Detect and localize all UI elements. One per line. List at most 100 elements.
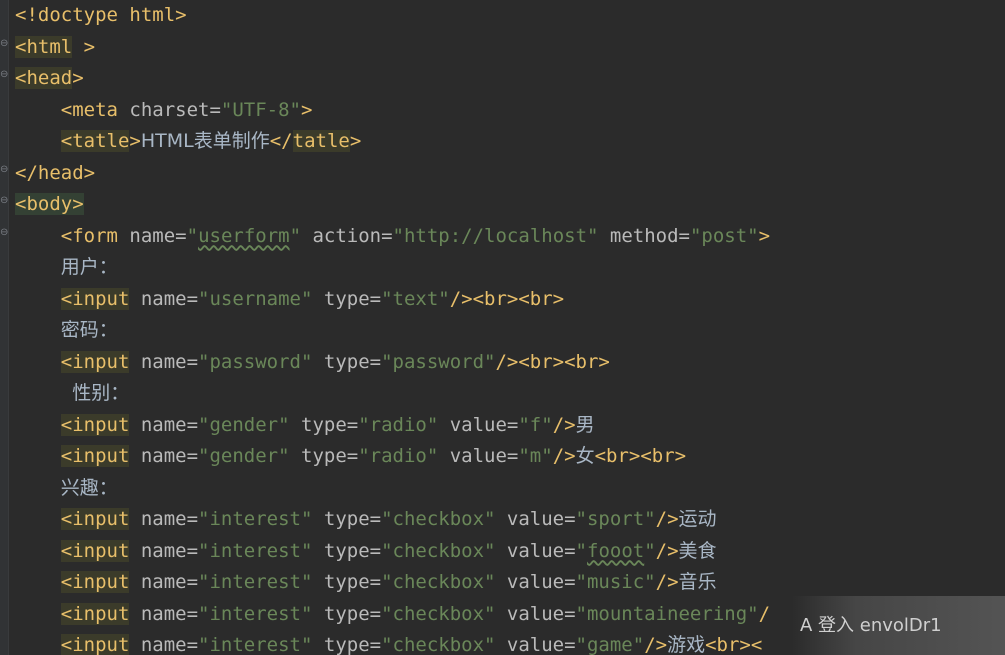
code-line[interactable]: <input name="username" type="text"/><br>… — [15, 284, 1005, 316]
code-line[interactable]: 密码： — [15, 315, 1005, 347]
code-token: "post" — [689, 224, 759, 247]
code-line[interactable]: <input name="interest" type="checkbox" v… — [15, 536, 1005, 568]
code-line[interactable]: 性别： — [15, 378, 1005, 410]
code-token: name= — [129, 539, 199, 562]
code-line[interactable]: <input name="password" type="password"/>… — [15, 347, 1005, 379]
code-line[interactable]: </head> — [15, 158, 1005, 190]
code-token: > — [349, 130, 362, 152]
fold-marker-icon[interactable]: ⊖ — [0, 228, 8, 238]
code-line[interactable]: <meta charset="UTF-8"> — [15, 95, 1005, 127]
code-token: "gender" — [198, 445, 290, 467]
code-token: type= — [312, 539, 382, 562]
code-line[interactable]: <tatle>HTML表单制作</tatle> — [15, 126, 1005, 158]
code-line[interactable]: <body> — [15, 189, 1005, 221]
code-token: tatle — [292, 130, 350, 152]
code-line[interactable]: <input name="interest" type="checkbox" v… — [15, 567, 1005, 599]
code-token: <input — [60, 445, 130, 467]
code-token: "interest" — [198, 571, 313, 593]
code-token: " — [289, 224, 302, 247]
code-line[interactable]: <html > — [15, 32, 1005, 64]
code-token: "checkbox" — [381, 508, 496, 530]
fold-marker-icon[interactable]: ⊖ — [0, 196, 8, 206]
code-token: <br><br> — [594, 445, 687, 467]
code-token: 女 — [575, 445, 595, 467]
code-token: "f" — [518, 413, 553, 436]
code-token: value= — [495, 602, 576, 625]
code-token: "http://localhost" — [392, 224, 599, 247]
code-token: 运动 — [678, 508, 717, 530]
code-token: "radio" — [358, 413, 439, 436]
code-token: <input — [60, 602, 130, 625]
code-token: / — [758, 602, 771, 625]
code-token: type= — [312, 350, 382, 373]
code-token: action= — [301, 224, 393, 247]
code-editor[interactable]: ⊖ ⊖ ⊖ ⊖ ⊖ <!doctype html> <html > <head> <… — [0, 0, 1005, 655]
code-token: <input — [60, 539, 130, 562]
code-token: <input — [60, 571, 130, 593]
code-token: /> — [644, 634, 668, 655]
code-token: method= — [598, 224, 690, 247]
code-token: "checkbox" — [381, 602, 496, 625]
code-token: 性别： — [72, 382, 130, 404]
code-token: /> — [552, 445, 576, 467]
code-token: <tatle — [60, 130, 130, 152]
code-token: > — [72, 35, 96, 58]
code-token: "interest" — [198, 602, 313, 625]
code-line[interactable]: 用户： — [15, 252, 1005, 284]
code-token: "interest" — [198, 634, 313, 655]
code-area[interactable]: <!doctype html> <html > <head> <meta chars… — [15, 0, 1005, 655]
code-token: "text" — [381, 287, 450, 310]
code-token: " — [575, 539, 587, 562]
code-token: <input — [60, 508, 130, 530]
ime-overlay: A 登入 envolDr1 — [792, 596, 1005, 655]
code-token: /> — [655, 539, 679, 562]
code-token: <html — [15, 35, 73, 58]
code-token: type= — [312, 571, 382, 593]
code-line[interactable]: <input name="gender" type="radio" value=… — [15, 441, 1005, 473]
code-token: " — [186, 224, 199, 247]
fold-marker-icon[interactable]: ⊖ — [0, 39, 8, 49]
code-token: name= — [129, 602, 199, 625]
code-token: name= — [129, 413, 199, 436]
code-token: "UTF-8" — [220, 98, 301, 121]
code-token: <body> — [15, 193, 84, 215]
code-token: type= — [289, 413, 359, 436]
fold-marker-icon[interactable]: ⊖ — [0, 70, 8, 80]
code-token: /><br><br> — [449, 287, 565, 310]
code-token: value= — [495, 634, 576, 655]
code-token: 用户： — [60, 256, 118, 278]
code-token: /> — [552, 413, 576, 436]
code-token: "music" — [575, 571, 656, 593]
code-token: <input — [60, 413, 130, 436]
code-token: > — [72, 67, 84, 89]
code-token: <meta — [60, 98, 118, 121]
code-line[interactable]: <input name="interest" type="checkbox" v… — [15, 504, 1005, 536]
code-token: type= — [312, 634, 382, 655]
code-token: HTML表单制作 — [140, 130, 270, 152]
code-line[interactable]: <!doctype html> — [15, 0, 1005, 32]
code-line[interactable]: <head> — [15, 63, 1005, 95]
code-token: > — [129, 130, 141, 152]
code-line[interactable]: 兴趣： — [15, 473, 1005, 505]
code-token: "interest" — [198, 508, 313, 530]
code-line[interactable]: <form name="userform" action="http://loc… — [15, 221, 1005, 253]
code-token: </head> — [15, 161, 96, 184]
code-token: "password" — [381, 350, 496, 373]
code-token: 音乐 — [678, 571, 717, 593]
code-line[interactable]: <input name="gender" type="radio" value=… — [15, 410, 1005, 442]
code-token: " — [644, 539, 656, 562]
code-token: fooot — [587, 539, 645, 562]
fold-marker-icon[interactable]: ⊖ — [0, 165, 8, 175]
code-token: > — [301, 98, 313, 121]
